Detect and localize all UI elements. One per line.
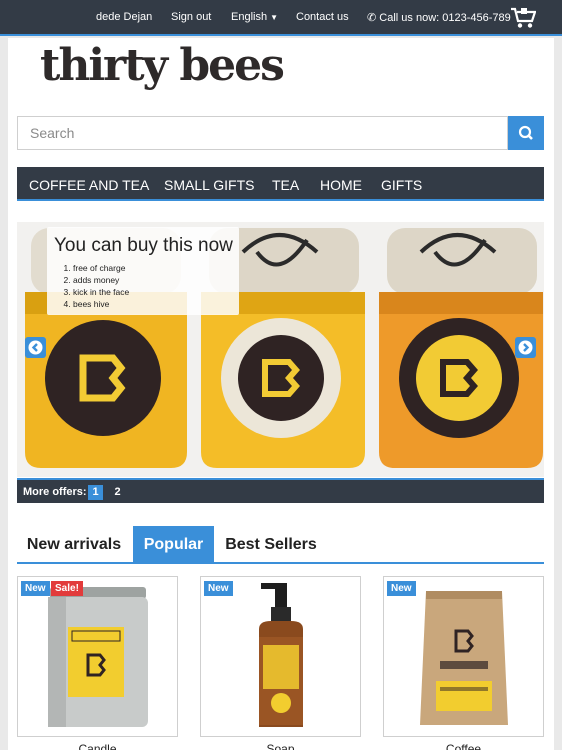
slider-next-button[interactable] <box>515 337 536 358</box>
slider-caption: You can buy this now free of charge adds… <box>47 227 239 315</box>
menu-item-tea[interactable]: TEA <box>272 177 299 193</box>
product-card-candle[interactable]: New Sale! <box>17 576 178 737</box>
product-card-coffee[interactable]: New <box>383 576 544 737</box>
sign-out-link[interactable]: Sign out <box>171 11 211 23</box>
chevron-right-icon <box>518 340 533 355</box>
badge-new: New <box>21 581 50 596</box>
tab-new-arrivals[interactable]: New arrivals <box>17 526 131 562</box>
badge-new: New <box>387 581 416 596</box>
product-tabs: New arrivals Popular Best Sellers <box>17 526 544 564</box>
call-us-label: Call us now: 0123-456-789 <box>379 12 511 24</box>
call-us-text: ✆ Call us now: 0123-456-789 <box>367 11 511 24</box>
search-input[interactable] <box>17 116 508 150</box>
badge-sale: Sale! <box>51 581 83 596</box>
caption-list-item: kick in the face <box>73 286 129 298</box>
search-button[interactable] <box>508 116 544 150</box>
menu-item-small-gifts[interactable]: SMALL GIFTS <box>164 177 255 193</box>
top-bar: dede Dejan Sign out English ▼ Contact us… <box>0 0 562 36</box>
slider-caption-title: You can buy this now <box>54 235 233 256</box>
cart-icon[interactable] <box>510 7 536 29</box>
chevron-left-icon <box>28 340 43 355</box>
tab-best-sellers[interactable]: Best Sellers <box>217 526 325 562</box>
menu-item-gifts[interactable]: GIFTS <box>381 177 422 193</box>
search-icon <box>518 125 533 140</box>
caption-list-item: adds money <box>73 274 129 286</box>
candle-product-image <box>48 587 148 727</box>
slider-page-1[interactable]: 1 <box>88 485 103 500</box>
site-logo[interactable]: thirty bees <box>40 40 285 91</box>
user-account-link[interactable]: dede Dejan <box>96 11 152 23</box>
slider-page-2[interactable]: 2 <box>110 485 125 500</box>
slider-caption-list: free of charge adds money kick in the fa… <box>73 262 129 310</box>
product-name-candle[interactable]: Candle <box>17 742 178 750</box>
product-card-soap[interactable]: New <box>200 576 361 737</box>
caret-down-icon: ▼ <box>270 13 279 22</box>
tab-popular[interactable]: Popular <box>133 526 214 562</box>
menu-item-coffee-and-tea[interactable]: COFFEE AND TEA <box>29 177 149 193</box>
product-name-coffee[interactable]: Coffee <box>383 742 544 750</box>
badge-new: New <box>204 581 233 596</box>
product-name-soap[interactable]: Soap <box>200 742 361 750</box>
main-menu: COFFEE AND TEA SMALL GIFTS TEA HOME GIFT… <box>17 167 544 201</box>
caption-list-item: free of charge <box>73 262 129 274</box>
more-offers-label: More offers: <box>23 486 87 498</box>
menu-item-home[interactable]: HOME <box>320 177 362 193</box>
coffee-product-image <box>420 591 508 725</box>
slider-prev-button[interactable] <box>25 337 46 358</box>
more-offers-bar: More offers: 1 2 <box>17 478 544 503</box>
soap-product-image <box>259 583 303 727</box>
phone-icon: ✆ <box>367 12 377 24</box>
caption-list-item: bees hive <box>73 298 129 310</box>
language-label: English <box>231 11 268 23</box>
contact-us-link[interactable]: Contact us <box>296 11 349 23</box>
language-selector[interactable]: English ▼ <box>231 11 278 23</box>
